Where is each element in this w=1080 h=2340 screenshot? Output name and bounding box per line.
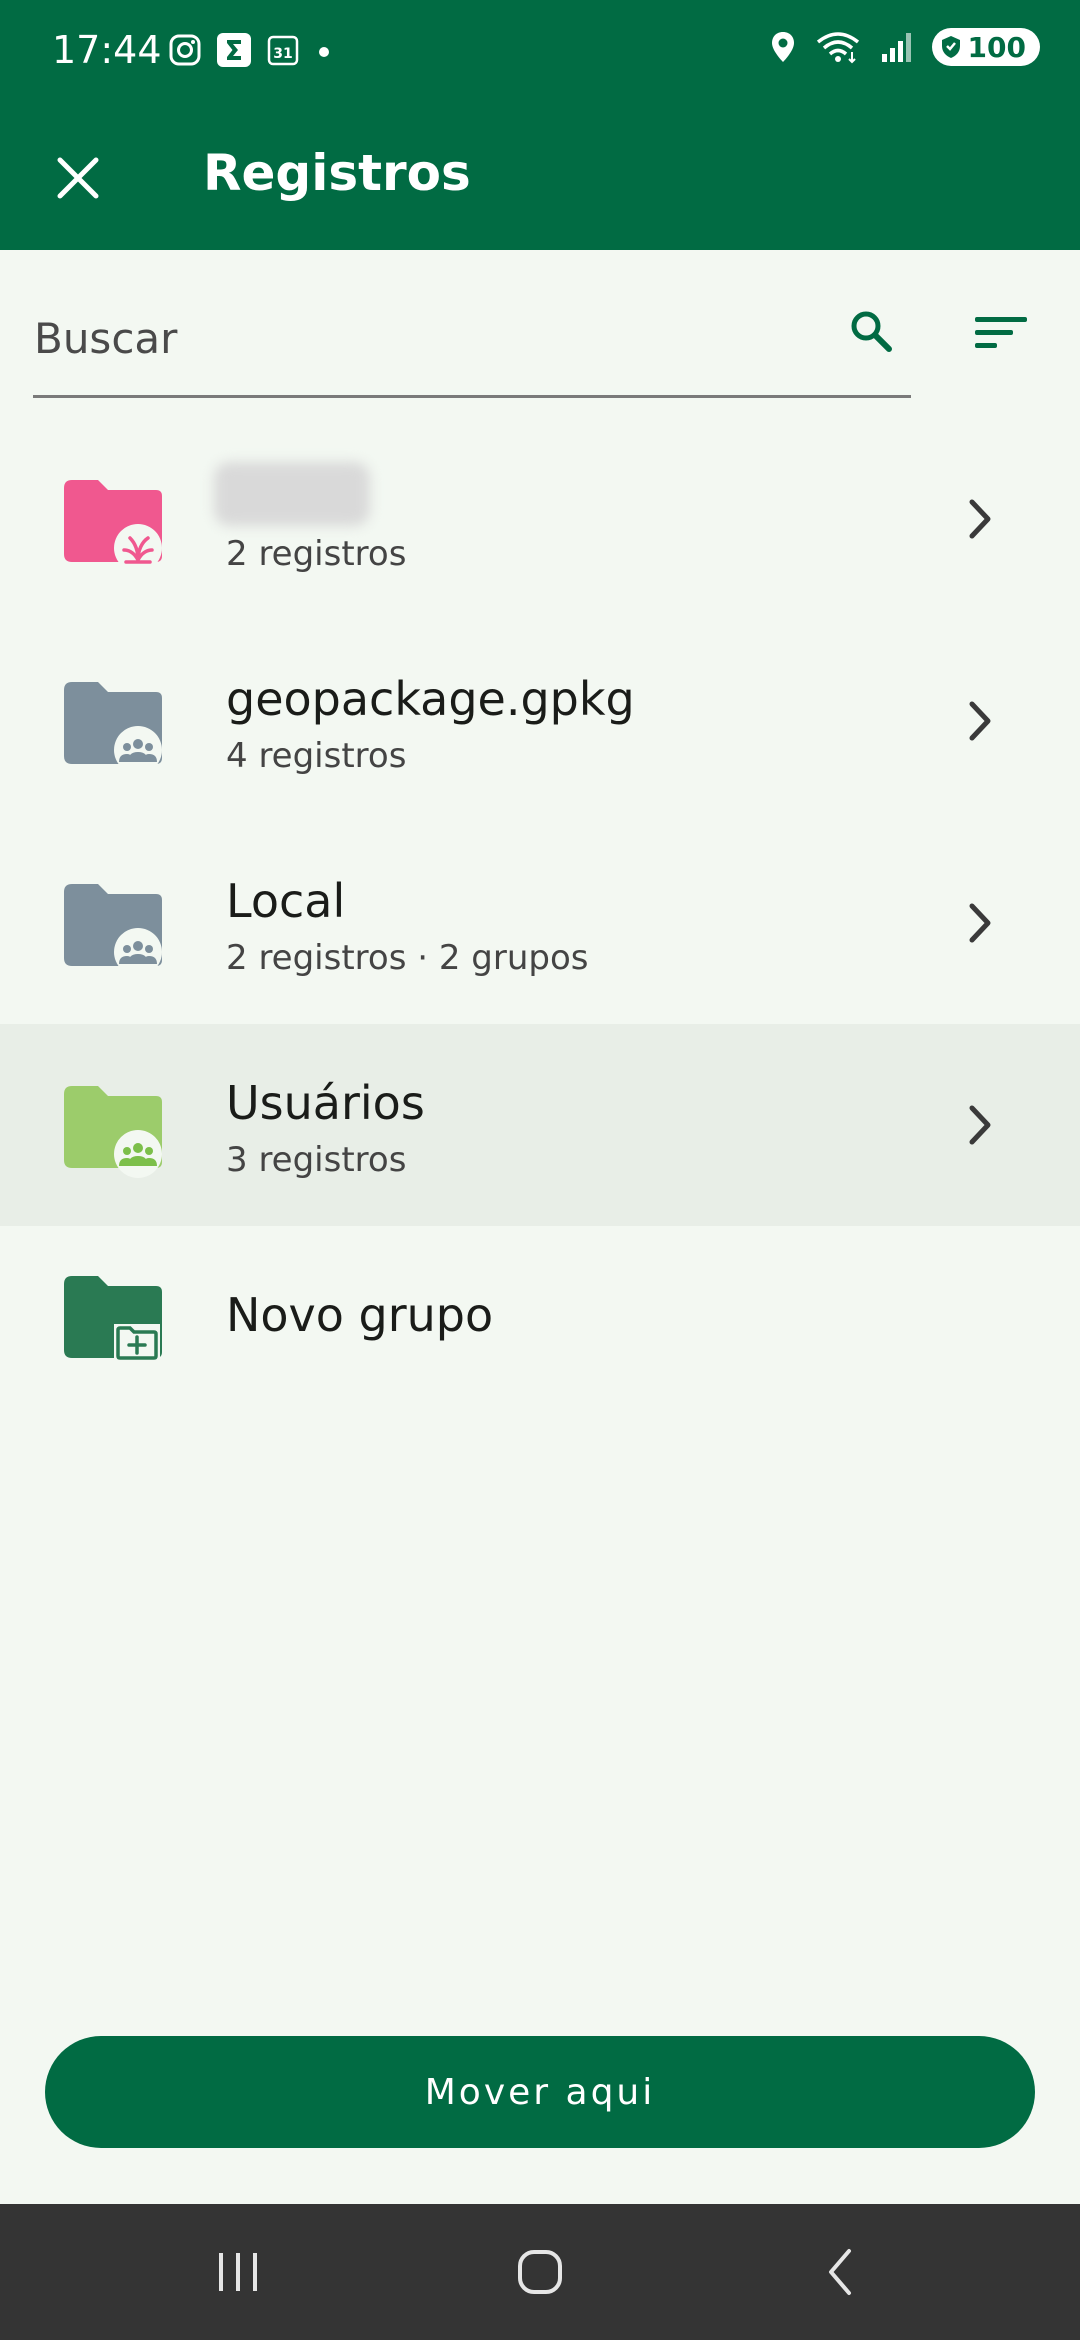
item-title: Usuários <box>226 1076 425 1130</box>
sigma-app-icon <box>217 33 251 67</box>
chevron-right-icon <box>969 701 991 741</box>
search-bar <box>0 250 1080 400</box>
new-group-label: Novo grupo <box>226 1288 494 1342</box>
system-nav-bar <box>0 2204 1080 2340</box>
calendar-icon: 31 <box>267 35 299 66</box>
instagram-icon <box>169 34 201 66</box>
app-bar: Registros <box>0 100 1080 250</box>
system-icons: 100 <box>770 28 1040 66</box>
app-root: 17:44 31 100 Registros Buscar 2 registro… <box>0 0 1080 2340</box>
folder-shared-icon <box>64 1086 162 1178</box>
list-item-selected[interactable]: Usuários 3 registros <box>0 1024 1080 1226</box>
new-folder-icon <box>64 1276 162 1362</box>
redacted-title <box>214 462 370 526</box>
move-here-button[interactable]: Mover aqui <box>45 2036 1035 2148</box>
status-time: 17:44 <box>52 28 162 72</box>
close-button[interactable] <box>40 140 116 216</box>
list-item[interactable]: Local 2 registros · 2 grupos <box>0 822 1080 1024</box>
chevron-right-icon <box>969 499 991 539</box>
list-item[interactable]: 2 registros <box>0 418 1080 620</box>
page-title: Registros <box>203 144 471 202</box>
calendar-day: 31 <box>273 46 292 62</box>
item-title: Local <box>226 874 346 928</box>
folder-shared-icon <box>64 884 162 976</box>
item-subtitle: 4 registros <box>226 736 407 776</box>
item-subtitle: 2 registros · 2 grupos <box>226 938 589 978</box>
folder-list: 2 registros geopackage.gpkg 4 registros <box>0 418 1080 1406</box>
sort-button[interactable] <box>970 308 1032 358</box>
folder-shared-icon <box>64 682 162 774</box>
dot-icon <box>319 47 329 57</box>
item-subtitle: 3 registros <box>226 1140 407 1180</box>
home-button[interactable] <box>500 2244 580 2300</box>
item-title: geopackage.gpkg <box>226 672 635 726</box>
location-icon <box>771 32 794 62</box>
battery-icon: 100 <box>931 28 1040 66</box>
new-group-button[interactable]: Novo grupo <box>0 1226 1080 1406</box>
search-underline <box>33 395 911 398</box>
back-icon <box>829 2249 851 2295</box>
status-bar: 17:44 31 100 <box>0 0 1080 100</box>
recent-apps-icon <box>219 2253 257 2291</box>
back-button[interactable] <box>802 2244 882 2300</box>
search-icon <box>851 311 892 352</box>
close-icon <box>57 157 99 199</box>
search-input[interactable] <box>34 310 794 366</box>
signal-icon <box>881 33 911 62</box>
recent-apps-button[interactable] <box>198 2244 278 2300</box>
chevron-right-icon <box>969 1105 991 1145</box>
chevron-right-icon <box>969 903 991 943</box>
notification-icons: 31 <box>168 32 334 68</box>
sort-icon <box>975 317 1027 348</box>
home-icon <box>518 2250 562 2294</box>
shield-icon <box>941 36 960 58</box>
battery-level: 100 <box>967 30 1026 64</box>
list-item[interactable]: geopackage.gpkg 4 registros <box>0 620 1080 822</box>
wifi-icon <box>816 32 859 64</box>
item-subtitle: 2 registros <box>226 534 407 574</box>
folder-plant-icon <box>64 480 162 572</box>
search-button[interactable] <box>846 306 896 356</box>
